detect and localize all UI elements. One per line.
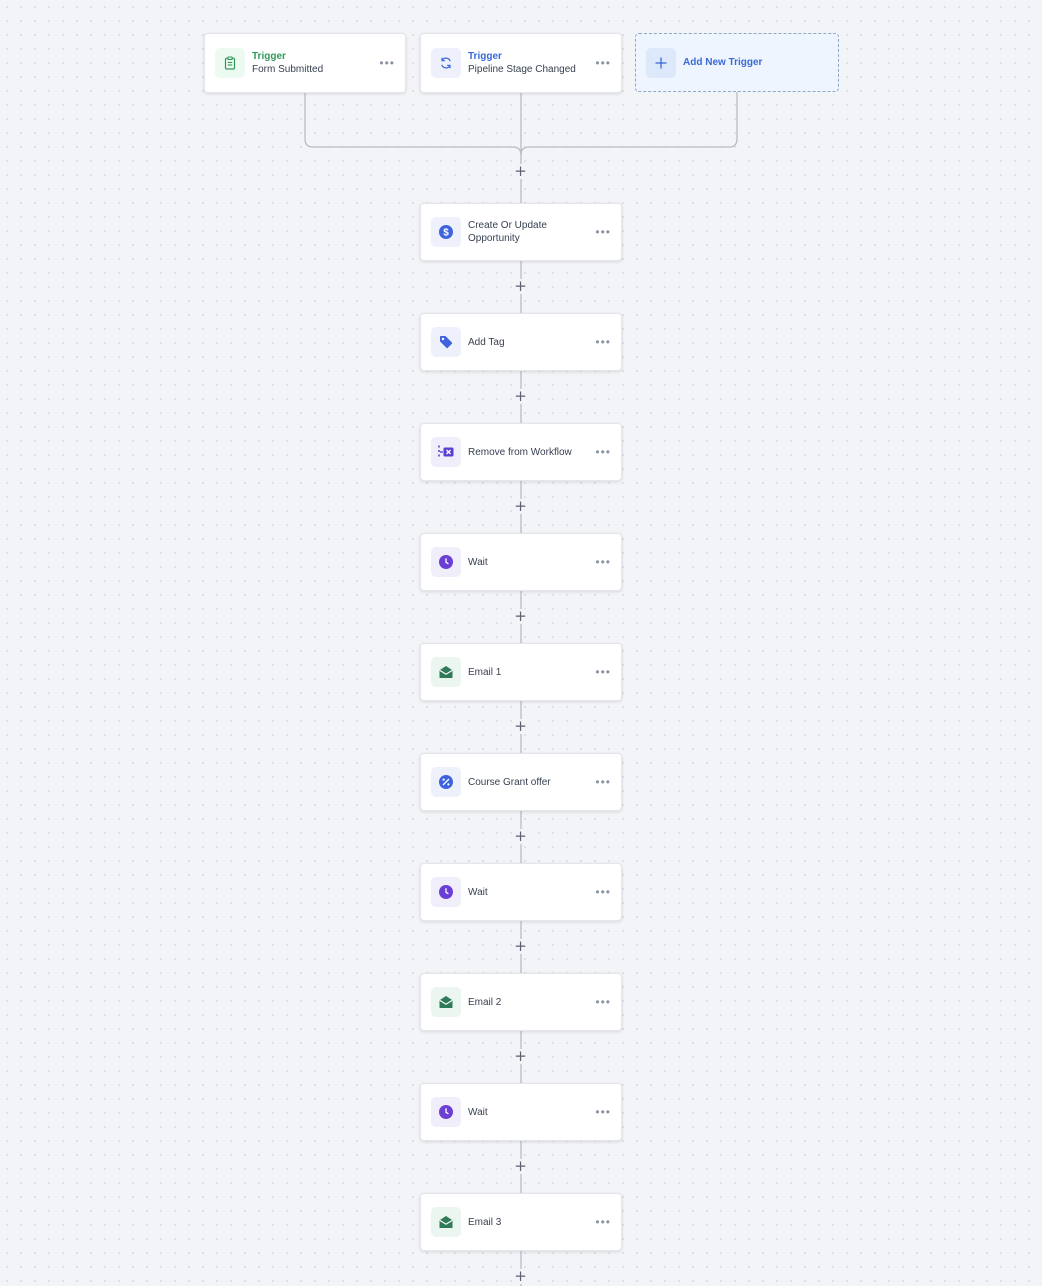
- add-step-button[interactable]: +: [513, 939, 528, 954]
- step-name: Email 1: [468, 666, 502, 678]
- trigger-pipeline-stage-changed[interactable]: Trigger Pipeline Stage Changed •••: [420, 33, 622, 93]
- add-step-button[interactable]: +: [513, 279, 528, 294]
- clipboard-icon: [215, 48, 245, 78]
- step-create-or-update-opportunity[interactable]: $ Create Or Update Opportunity •••: [420, 203, 622, 261]
- step-name: Wait: [468, 556, 488, 568]
- add-step-button[interactable]: +: [513, 1269, 528, 1284]
- more-options-icon[interactable]: •••: [591, 335, 611, 349]
- step-name: Wait: [468, 886, 488, 898]
- add-step-button[interactable]: +: [513, 1049, 528, 1064]
- step-remove-from-workflow[interactable]: Remove from Workflow •••: [420, 423, 622, 481]
- step-name: Remove from Workflow: [468, 446, 572, 458]
- refresh-icon: [431, 48, 461, 78]
- workflow-canvas[interactable]: Trigger Form Submitted ••• Trigger Pipel…: [0, 0, 1042, 1286]
- step-name: Email 3: [468, 1216, 502, 1228]
- step-name: Create Or Update Opportunity: [468, 220, 547, 244]
- add-step-button[interactable]: +: [513, 829, 528, 844]
- trigger-name: Pipeline Stage Changed: [468, 63, 576, 75]
- step-email-3[interactable]: Email 3 •••: [420, 1193, 622, 1251]
- step-email-1[interactable]: Email 1 •••: [420, 643, 622, 701]
- plus-icon: [646, 47, 676, 78]
- envelope-open-icon: [431, 1207, 461, 1237]
- clock-icon: [431, 877, 461, 907]
- step-name: Wait: [468, 1106, 488, 1118]
- add-step-button[interactable]: +: [513, 719, 528, 734]
- step-email-2[interactable]: Email 2 •••: [420, 973, 622, 1031]
- percent-icon: [431, 767, 461, 797]
- more-options-icon[interactable]: •••: [591, 995, 611, 1009]
- more-options-icon[interactable]: •••: [591, 775, 611, 789]
- dollar-icon: $: [431, 217, 461, 247]
- clock-icon: [431, 1097, 461, 1127]
- connector-add-trigger: [520, 92, 738, 156]
- add-step-button[interactable]: +: [513, 499, 528, 514]
- step-wait[interactable]: Wait •••: [420, 863, 622, 921]
- step-name: Add Tag: [468, 336, 505, 348]
- add-new-trigger-label: Add New Trigger: [683, 57, 763, 68]
- step-name: Course Grant offer: [468, 776, 551, 788]
- more-options-icon[interactable]: •••: [591, 445, 611, 459]
- add-step-button[interactable]: +: [513, 389, 528, 404]
- more-options-icon[interactable]: •••: [591, 1105, 611, 1119]
- more-options-icon[interactable]: •••: [591, 555, 611, 569]
- connector-trigger-1: [304, 93, 522, 156]
- step-wait[interactable]: Wait •••: [420, 1083, 622, 1141]
- add-step-button[interactable]: +: [513, 164, 528, 179]
- more-options-icon[interactable]: •••: [591, 885, 611, 899]
- more-options-icon[interactable]: •••: [591, 1215, 611, 1229]
- trigger-label: Trigger: [252, 50, 286, 62]
- envelope-open-icon: [431, 987, 461, 1017]
- svg-text:$: $: [443, 228, 449, 239]
- step-add-tag[interactable]: Add Tag •••: [420, 313, 622, 371]
- step-course-grant-offer[interactable]: Course Grant offer •••: [420, 753, 622, 811]
- add-new-trigger-button[interactable]: Add New Trigger: [635, 33, 839, 92]
- more-options-icon[interactable]: •••: [591, 225, 611, 239]
- tag-icon: [431, 327, 461, 357]
- clock-icon: [431, 547, 461, 577]
- more-options-icon[interactable]: •••: [591, 665, 611, 679]
- step-name: Email 2: [468, 996, 502, 1008]
- more-options-icon[interactable]: •••: [375, 56, 395, 70]
- more-options-icon[interactable]: •••: [591, 56, 611, 70]
- envelope-open-icon: [431, 657, 461, 687]
- remove-from-workflow-icon: [431, 437, 461, 467]
- add-step-button[interactable]: +: [513, 609, 528, 624]
- trigger-name: Form Submitted: [252, 63, 324, 75]
- trigger-form-submitted[interactable]: Trigger Form Submitted •••: [204, 33, 406, 93]
- add-step-button[interactable]: +: [513, 1159, 528, 1174]
- step-wait[interactable]: Wait •••: [420, 533, 622, 591]
- trigger-label: Trigger: [468, 50, 502, 62]
